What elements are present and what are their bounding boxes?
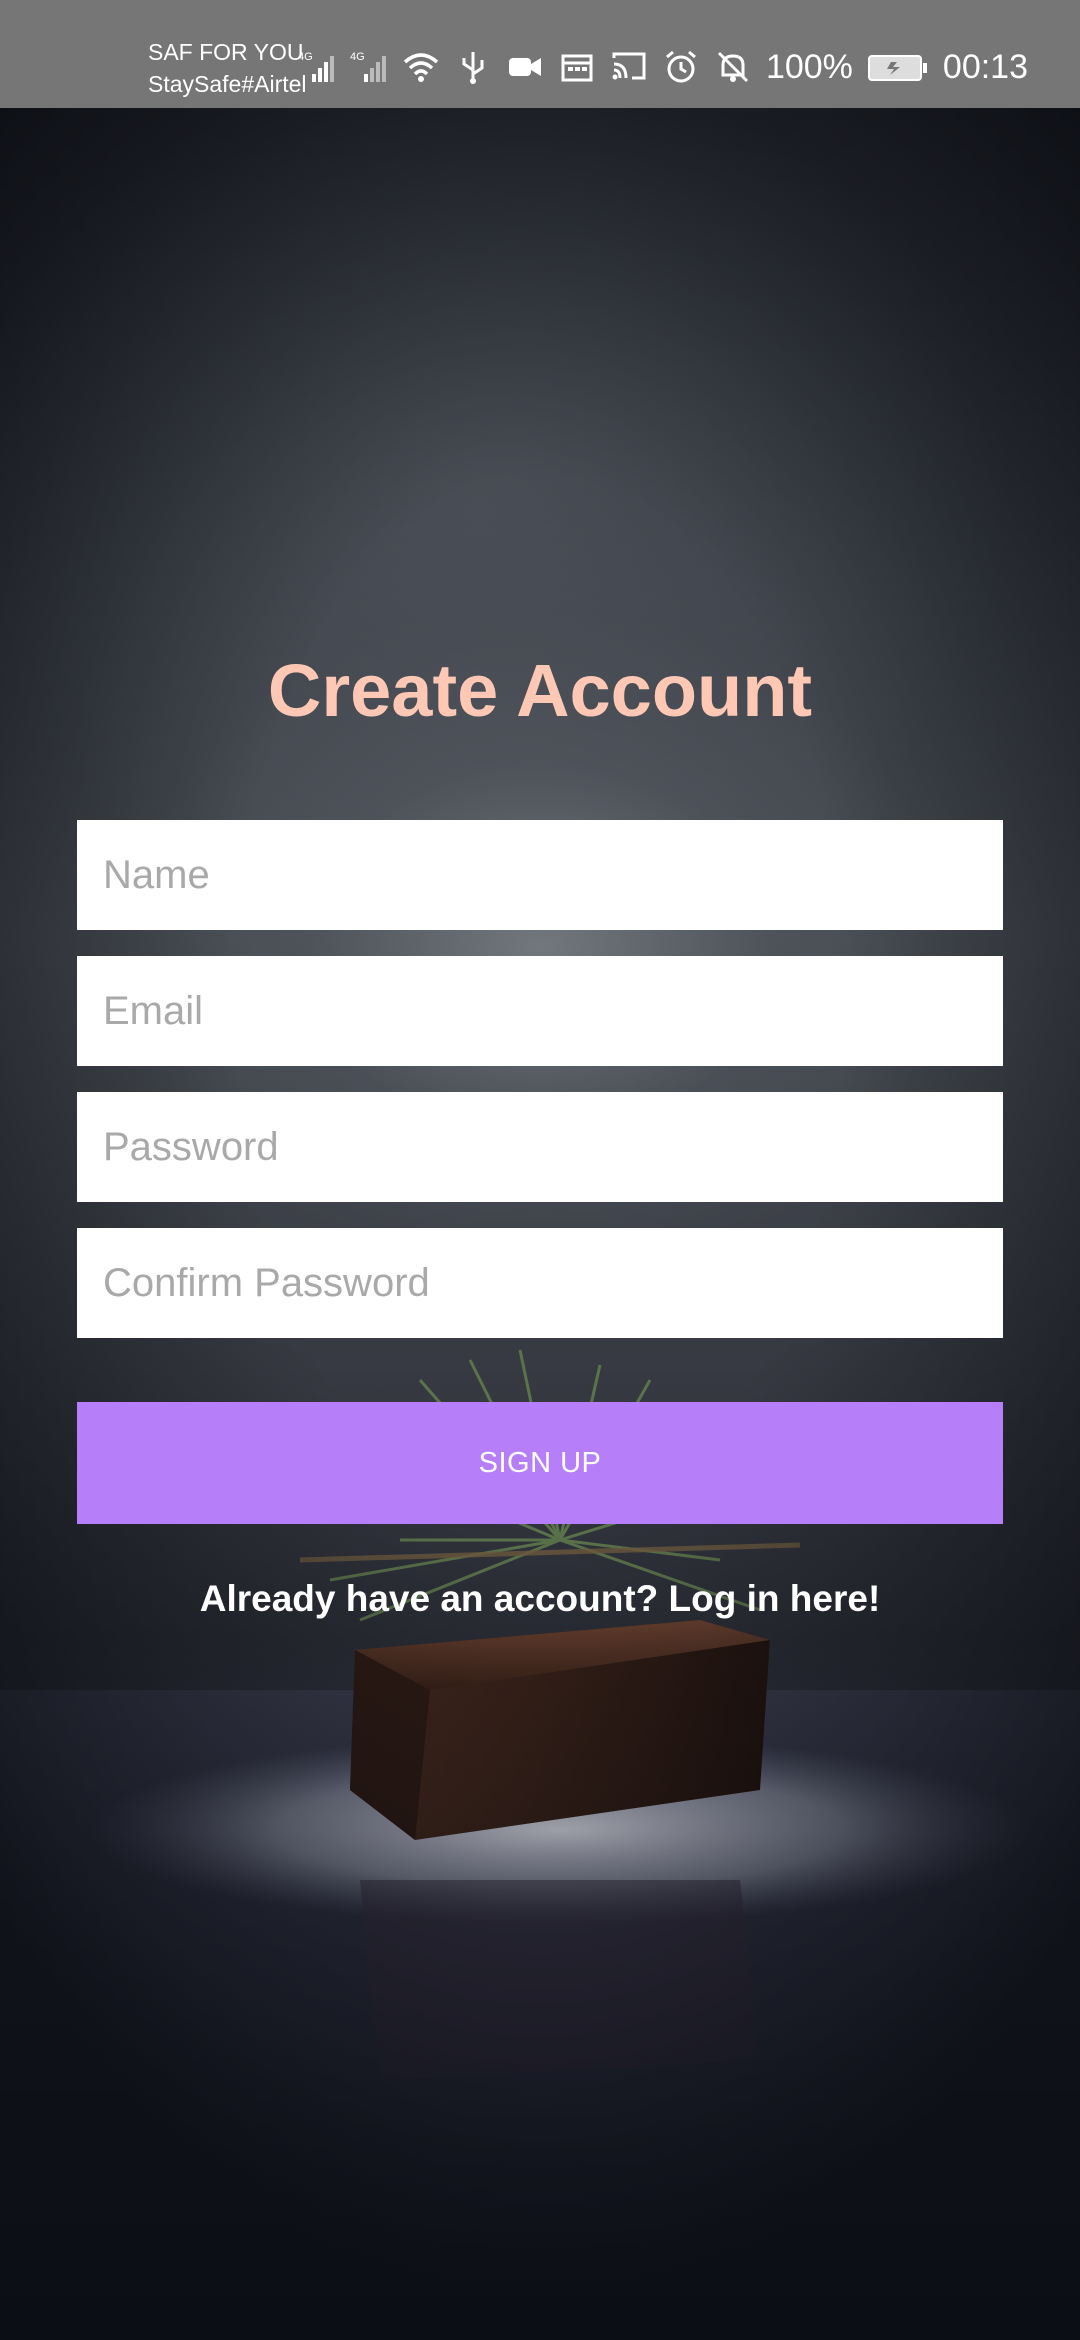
cast-icon — [610, 48, 648, 86]
status-icons: 4G 4G 100% 00:13 — [298, 42, 1028, 92]
name-field[interactable] — [77, 820, 1003, 930]
battery-percentage: 100% — [765, 47, 853, 86]
email-field[interactable] — [77, 956, 1003, 1066]
confirm-password-field[interactable] — [77, 1228, 1003, 1338]
4g-signal-icon: 4G — [298, 48, 336, 86]
sign-up-button[interactable]: SIGN UP — [77, 1402, 1003, 1524]
svg-text:4G: 4G — [350, 51, 365, 63]
alarm-icon — [662, 48, 700, 86]
page-title: Create Account — [267, 649, 813, 732]
4g-signal-icon: 4G — [350, 48, 388, 86]
calendar-icon — [558, 48, 596, 86]
usb-icon — [454, 48, 492, 86]
status-clock: 00:13 — [942, 47, 1028, 86]
svg-text:4G: 4G — [298, 51, 313, 63]
signup-screen: SAF FOR YOU StaySafe#Airtel 4G 4G 100% 0… — [0, 0, 1080, 2340]
battery-icon — [867, 48, 929, 86]
login-link[interactable]: Already have an account? Log in here! — [0, 1578, 1080, 1620]
password-field[interactable] — [77, 1092, 1003, 1202]
status-bar: SAF FOR YOU StaySafe#Airtel 4G 4G 100% 0… — [0, 0, 1080, 108]
carrier-name: SAF FOR YOU — [148, 39, 304, 65]
carrier-network: StaySafe#Airtel — [148, 71, 307, 97]
carrier-info: SAF FOR YOU StaySafe#Airtel — [148, 36, 307, 100]
video-camera-icon — [506, 48, 544, 86]
bell-off-icon — [714, 48, 752, 86]
wifi-icon — [402, 48, 440, 86]
